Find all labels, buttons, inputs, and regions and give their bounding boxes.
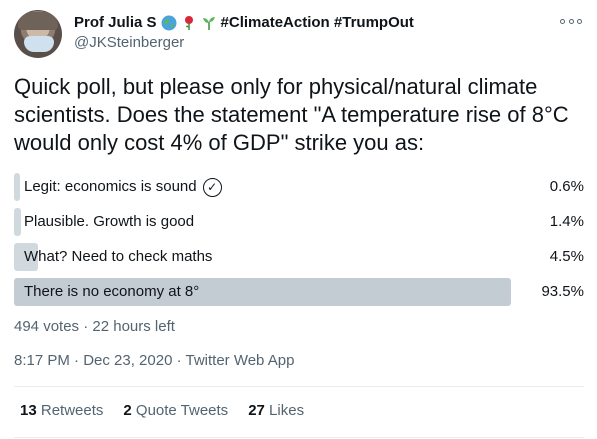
globe-icon <box>161 15 177 31</box>
poll-option-percent: 93.5% <box>541 283 584 300</box>
likes-label: Likes <box>269 402 305 419</box>
poll-option-label-row: Plausible. Growth is good <box>24 208 194 236</box>
user-handle[interactable]: @JKSteinberger <box>74 33 414 53</box>
rose-icon <box>184 16 193 30</box>
poll-option-label: Legit: economics is sound <box>24 178 197 195</box>
more-dot <box>560 18 565 24</box>
more-options-icon[interactable] <box>560 14 582 28</box>
poll: Legit: economics is sound ✓ 0.6% Plausib… <box>14 173 584 313</box>
seedling-icon <box>202 17 215 30</box>
quote-tweets-stat[interactable]: 2 Quote Tweets <box>123 402 228 419</box>
poll-option-label: What? Need to check maths <box>24 248 213 265</box>
quote-tweets-count: 2 <box>123 402 132 419</box>
tweet-timestamp[interactable]: 8:17 PM · Dec 23, 2020 · Twitter Web App <box>14 352 294 369</box>
retweets-count: 13 <box>20 402 37 419</box>
poll-option-percent: 1.4% <box>549 213 584 230</box>
poll-option: Plausible. Growth is good 1.4% <box>14 208 584 236</box>
poll-option-bar <box>14 173 20 201</box>
likes-stat[interactable]: 27 Likes <box>248 402 304 419</box>
poll-option-label-row: There is no economy at 8° <box>24 278 199 306</box>
poll-option-label: There is no economy at 8° <box>24 283 200 300</box>
retweets-stat[interactable]: 13 Retweets <box>20 402 103 419</box>
poll-option-bar <box>14 208 21 236</box>
tweet-text: Quick poll, but please only for physical… <box>14 74 569 155</box>
more-dot <box>568 18 574 24</box>
quote-tweets-label: Quote Tweets <box>135 402 229 419</box>
engagement-stats: 13 Retweets 2 Quote Tweets 27 Likes <box>20 402 304 419</box>
tweet-header: Prof Julia S #ClimateAction #TrumpOut @J… <box>14 10 584 60</box>
display-name[interactable]: Prof Julia S <box>74 13 157 33</box>
avatar-hair <box>18 12 58 30</box>
poll-option-label: Plausible. Growth is good <box>24 213 195 230</box>
author-names: Prof Julia S #ClimateAction #TrumpOut @J… <box>74 13 414 53</box>
display-name-hashtags[interactable]: #ClimateAction #TrumpOut <box>221 13 414 33</box>
poll-option-label-row: What? Need to check maths <box>24 243 212 271</box>
poll-option: What? Need to check maths 4.5% <box>14 243 584 271</box>
poll-option-label-row: Legit: economics is sound ✓ <box>24 173 222 201</box>
likes-count: 27 <box>248 402 265 419</box>
poll-option: There is no economy at 8° 93.5% <box>14 278 584 306</box>
avatar-mask <box>24 36 54 52</box>
retweets-label: Retweets <box>40 402 104 419</box>
divider <box>14 386 584 387</box>
poll-option-percent: 4.5% <box>549 248 584 265</box>
display-name-row[interactable]: Prof Julia S #ClimateAction #TrumpOut <box>74 13 414 33</box>
avatar[interactable] <box>14 10 62 58</box>
check-circle-icon: ✓ <box>202 177 222 197</box>
poll-meta: 494 votes · 22 hours left <box>14 318 175 335</box>
divider <box>14 437 584 438</box>
more-dot <box>577 18 582 24</box>
poll-option: Legit: economics is sound ✓ 0.6% <box>14 173 584 201</box>
poll-option-percent: 0.6% <box>549 178 584 195</box>
